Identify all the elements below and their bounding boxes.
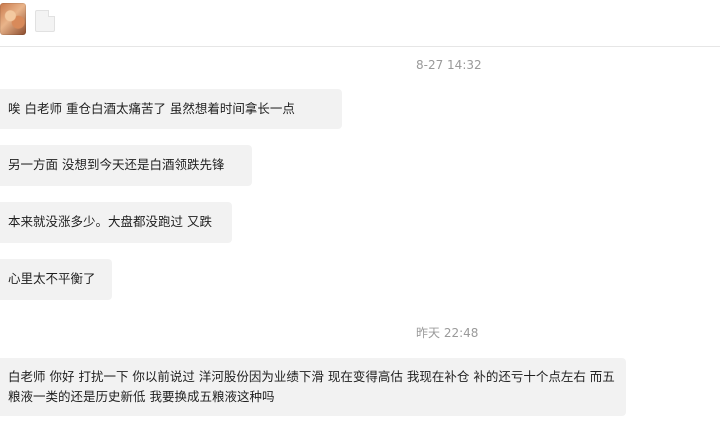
chat-header (0, 0, 720, 47)
message-bubble-1[interactable]: 唉 白老师 重仓白酒太痛苦了 虽然想着时间拿长一点 (0, 89, 342, 129)
message-bubble-5[interactable]: 白老师 你好 打扰一下 你以前说过 洋河股份因为业绩下滑 现在变得高估 我现在补… (0, 358, 626, 416)
timestamp-2: 昨天 22:48 (416, 326, 479, 340)
message-bubble-4[interactable]: 心里太不平衡了 (0, 259, 112, 300)
message-bubble-2[interactable]: 另一方面 没想到今天还是白酒领跌先锋 (0, 145, 252, 186)
contact-avatar[interactable] (0, 3, 26, 35)
timestamp-1: 8-27 14:32 (416, 58, 482, 72)
document-icon[interactable] (35, 10, 55, 32)
message-bubble-3[interactable]: 本来就没涨多少。大盘都没跑过 又跌 (0, 202, 232, 243)
